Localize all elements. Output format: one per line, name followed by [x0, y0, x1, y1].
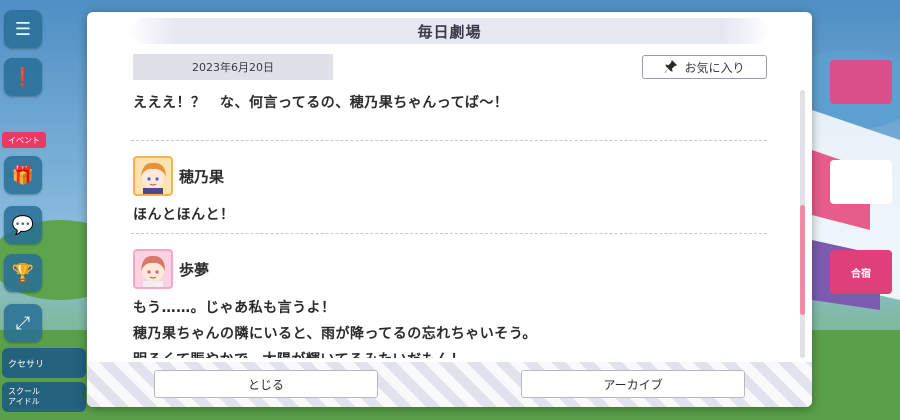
trophy-icon[interactable]: 🏆	[4, 254, 42, 292]
close-button[interactable]: とじる	[154, 370, 378, 398]
favorite-label: お気に入り	[684, 60, 745, 75]
daily-theater-dialog: 毎日劇場 2023年6月20日 お気に入り えええ！？ な、何言ってるの、穂乃果…	[87, 12, 812, 407]
ayumu-avatar	[133, 249, 173, 289]
camp-tile[interactable]: 合宿	[830, 250, 892, 294]
message-line: もう……。じゃあ私も言うよ！	[133, 300, 336, 316]
speaker-name: 歩夢	[179, 261, 210, 279]
notice-icon[interactable]: ❗	[4, 58, 42, 96]
right-menu-tile-1[interactable]	[830, 60, 892, 104]
right-menu-tile-2[interactable]	[830, 160, 892, 204]
archive-button[interactable]: アーカイブ	[521, 370, 745, 398]
menu-icon[interactable]: ☰	[4, 10, 42, 48]
dialog-footer: とじる アーカイブ	[87, 362, 812, 407]
dialogue-scroll-area[interactable]: えええ！？ な、何言ってるの、穂乃果ちゃんってば〜！ 穂乃果 ほんとほんと！ 歩…	[131, 90, 767, 358]
expand-icon[interactable]: ⤢	[4, 304, 42, 342]
scrollbar[interactable]	[800, 90, 805, 358]
school-idol-tab[interactable]: スクール アイドル	[2, 382, 86, 412]
message-line: えええ！？ な、何言ってるの、穂乃果ちゃんってば〜！	[133, 95, 509, 111]
message-line: 穂乃果ちゃんの隣にいると、雨が降ってるの忘れちゃいそう。	[133, 326, 537, 342]
event-badge: イベント	[2, 132, 46, 148]
message-line: ほんとほんと！	[133, 207, 235, 223]
speaker-name: 穂乃果	[179, 168, 225, 186]
chat-icon[interactable]: 💬	[4, 206, 42, 244]
closet-tab[interactable]: クセサリ	[2, 348, 86, 378]
pin-icon	[665, 60, 678, 74]
honoka-avatar	[133, 156, 173, 196]
present-icon[interactable]: 🎁	[4, 156, 42, 194]
dialog-title: 毎日劇場	[127, 18, 772, 44]
scrollbar-thumb[interactable]	[800, 205, 805, 315]
date-label: 2023年6月20日	[133, 54, 333, 80]
message-line: 明るくて賑やかで、太陽が輝いてるみたいだもん！	[133, 347, 465, 358]
message-divider	[131, 140, 767, 141]
message-divider	[131, 233, 767, 234]
favorite-button[interactable]: お気に入り	[642, 55, 767, 79]
